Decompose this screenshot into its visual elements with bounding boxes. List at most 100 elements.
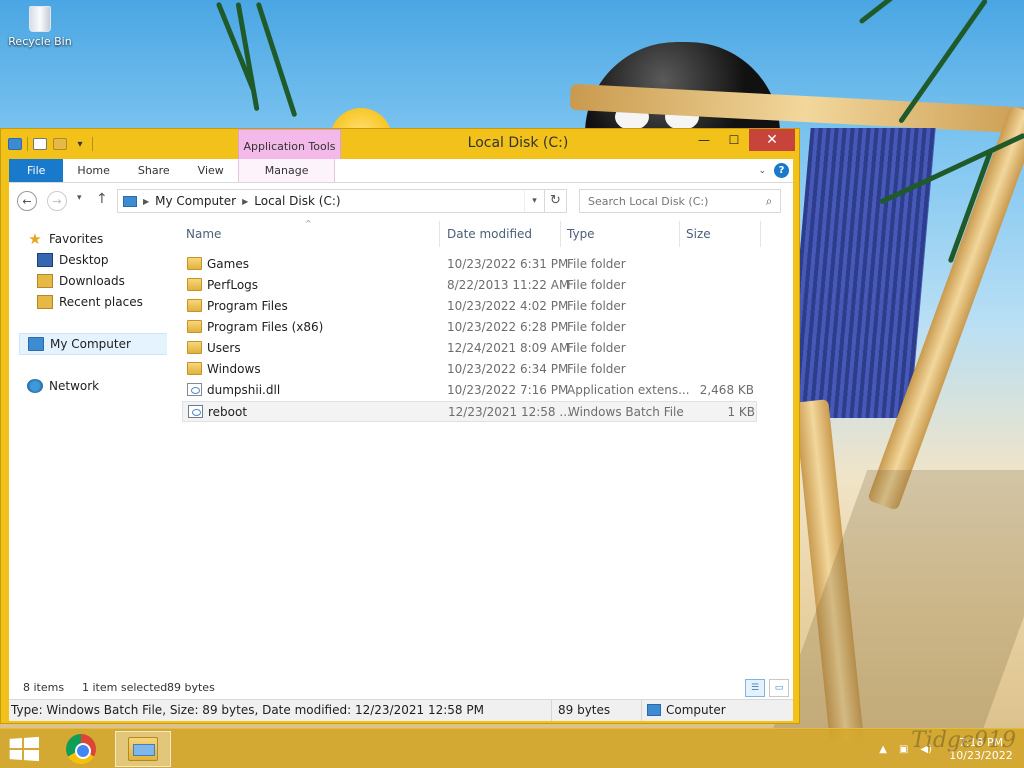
close-button[interactable]: ✕	[749, 129, 795, 151]
nav-item-label: Desktop	[59, 253, 109, 267]
details-bar: Type: Windows Batch File, Size: 89 bytes…	[9, 699, 793, 721]
chrome-icon	[66, 734, 96, 764]
recent-locations-icon[interactable]: ▾	[77, 193, 82, 203]
nav-item-label: Recent places	[59, 295, 143, 309]
file-type: File folder	[567, 320, 626, 334]
file-date-modified: 10/23/2022 6:31 PM	[447, 257, 569, 271]
nav-item-my-computer[interactable]: My Computer	[19, 333, 177, 355]
taskbar-chrome[interactable]	[53, 731, 109, 767]
file-size: 2,468 KB	[699, 383, 754, 397]
address-dropdown-icon[interactable]: ▾	[524, 190, 544, 212]
file-name: Program Files (x86)	[207, 320, 324, 334]
computer-icon	[647, 704, 661, 716]
chevron-right-icon[interactable]: ▶	[143, 197, 149, 206]
tab-file[interactable]: File	[9, 159, 64, 182]
show-hidden-icons-icon[interactable]: ▲	[879, 744, 887, 755]
search-icon[interactable]: ⌕	[758, 194, 780, 209]
column-header-type[interactable]: Type	[567, 227, 595, 241]
title-bar[interactable]: ▾ Application Tools Local Disk (C:) — ☐ …	[1, 129, 799, 159]
folder-icon	[187, 257, 202, 270]
file-name: dumpshii.dll	[207, 383, 281, 397]
file-date-modified: 10/23/2022 6:28 PM	[447, 320, 569, 334]
computer-icon	[123, 195, 137, 207]
column-divider[interactable]	[439, 221, 440, 247]
taskbar-file-explorer[interactable]	[115, 731, 171, 767]
refresh-icon[interactable]: ↻	[544, 190, 566, 212]
details-view-icon[interactable]: ☰	[745, 679, 765, 697]
file-type: File folder	[567, 341, 626, 355]
nav-item-network[interactable]: Network	[27, 375, 185, 397]
up-arrow-icon[interactable]: ↑	[96, 191, 108, 207]
file-list-pane: ^ Name Date modified Type Size Games 10/2…	[167, 219, 793, 677]
file-name: reboot	[208, 405, 248, 419]
nav-item-label: Network	[49, 379, 100, 393]
search-box: ⌕	[579, 189, 781, 213]
forward-button[interactable]: →	[47, 191, 67, 211]
back-button[interactable]: ←	[17, 191, 37, 211]
column-divider[interactable]	[760, 221, 761, 247]
chevron-right-icon[interactable]: ▶	[242, 197, 248, 206]
tab-home[interactable]: Home	[63, 159, 123, 182]
file-row[interactable]: Windows 10/23/2022 6:34 PM File folder	[182, 359, 757, 380]
file-type: File folder	[567, 278, 626, 292]
search-input[interactable]	[580, 190, 758, 212]
column-header-name[interactable]: Name	[186, 227, 221, 241]
file-row[interactable]: dumpshii.dll 10/23/2022 7:16 PM Applicatio…	[182, 380, 757, 401]
computer-icon	[28, 337, 44, 351]
file-size: 1 KB	[727, 405, 755, 419]
file-row[interactable]: PerfLogs 8/22/2013 11:22 AM File folder	[182, 275, 757, 296]
address-bar[interactable]: ▶ My Computer ▶ Local Disk (C:) ▾ ↻	[117, 189, 567, 213]
file-date-modified: 8/22/2013 11:22 AM	[447, 278, 570, 292]
recycle-bin-icon	[29, 6, 51, 32]
tab-view[interactable]: View	[184, 159, 238, 182]
dll-file-icon	[187, 383, 202, 396]
file-row[interactable]: Program Files (x86) 10/23/2022 6:28 PM Fil…	[182, 317, 757, 338]
start-icon[interactable]	[9, 736, 40, 762]
details-size: 89 bytes	[558, 703, 611, 717]
ribbon-right-controls: ⌄ ?	[758, 159, 793, 182]
network-status-icon[interactable]: ▣	[899, 744, 908, 755]
downloads-icon	[37, 274, 53, 288]
recycle-bin-shortcut[interactable]: Recycle Bin	[6, 6, 74, 48]
nav-favorites[interactable]: ★ Favorites	[27, 228, 185, 250]
volume-icon[interactable]: ◀)	[920, 744, 932, 755]
divider	[551, 700, 552, 721]
star-icon: ★	[28, 230, 42, 248]
column-headers: ^ Name Date modified Type Size	[167, 219, 793, 249]
tab-share[interactable]: Share	[124, 159, 184, 182]
help-icon[interactable]: ?	[774, 163, 789, 178]
column-header-size[interactable]: Size	[686, 227, 711, 241]
nav-item-label: My Computer	[50, 337, 131, 351]
tab-manage[interactable]: Manage	[237, 159, 336, 182]
file-row[interactable]: Program Files 10/23/2022 4:02 PM File fold…	[182, 296, 757, 317]
breadcrumb-my-computer[interactable]: My Computer	[155, 194, 236, 208]
large-icons-view-icon[interactable]: ▭	[769, 679, 789, 697]
column-divider[interactable]	[560, 221, 561, 247]
details-info: Type: Windows Batch File, Size: 89 bytes…	[11, 703, 484, 717]
file-date-modified: 12/23/2021 12:58 ...	[448, 405, 571, 419]
selection-size: 89 bytes	[167, 681, 215, 694]
file-row[interactable]: reboot 12/23/2021 12:58 ... Windows Batch …	[182, 401, 757, 422]
breadcrumb-local-disk[interactable]: Local Disk (C:)	[254, 194, 340, 208]
window-title: Local Disk (C:)	[467, 135, 569, 151]
folder-icon	[187, 278, 202, 291]
chevron-down-icon[interactable]: ⌄	[758, 166, 766, 176]
file-explorer-window: ▾ Application Tools Local Disk (C:) — ☐ …	[0, 128, 800, 724]
column-divider[interactable]	[679, 221, 680, 247]
column-header-date[interactable]: Date modified	[447, 227, 532, 241]
file-row[interactable]: Games 10/23/2022 6:31 PM File folder	[182, 254, 757, 275]
file-name: PerfLogs	[207, 278, 259, 292]
divider	[641, 700, 642, 721]
navigation-pane: ★ Favorites Desktop Downloads Recent pla…	[9, 219, 177, 677]
selection-count: 1 item selected	[82, 681, 168, 694]
address-bar-row: ← → ▾ ↑ ▶ My Computer ▶ Local Disk (C:) …	[9, 183, 793, 219]
status-bar: 8 items 1 item selected 89 bytes ☰ ▭	[9, 677, 793, 699]
file-type: File folder	[567, 257, 626, 271]
file-date-modified: 10/23/2022 7:16 PM	[447, 383, 569, 397]
clock-date: 10/23/2022	[949, 749, 1013, 762]
file-row[interactable]: Users 12/24/2021 8:09 AM File folder	[182, 338, 757, 359]
maximize-button[interactable]: ☐	[719, 129, 749, 151]
clock[interactable]: 7:18 PM 10/23/2022	[944, 736, 1018, 762]
minimize-button[interactable]: —	[689, 129, 719, 151]
system-tray: ▲ ▣ ◀) 7:18 PM 10/23/2022	[879, 729, 1024, 768]
